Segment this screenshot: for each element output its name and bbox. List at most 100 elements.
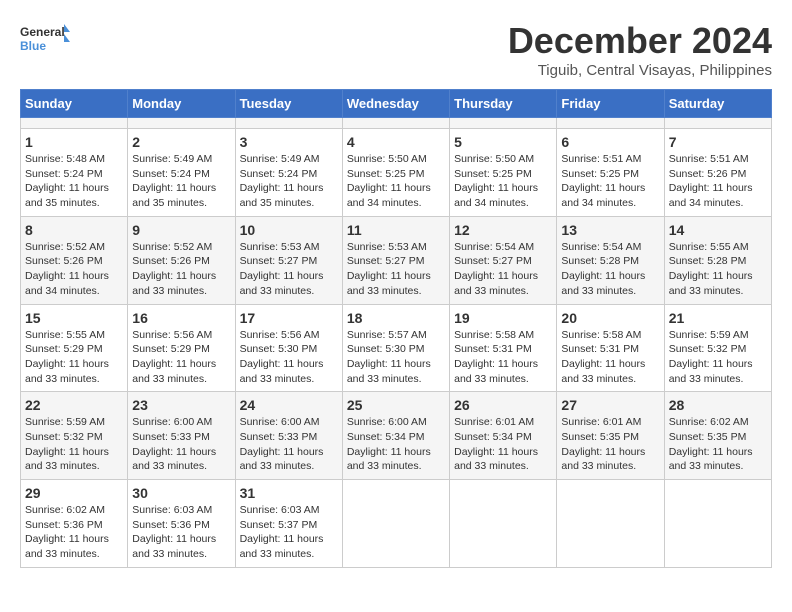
day-number: 6 — [561, 134, 659, 150]
calendar-cell: 9 Sunrise: 5:52 AM Sunset: 5:26 PM Dayli… — [128, 216, 235, 304]
day-number: 21 — [669, 310, 767, 326]
day-detail: Sunrise: 6:00 AM Sunset: 5:34 PM Dayligh… — [347, 415, 445, 474]
day-detail: Sunrise: 5:52 AM Sunset: 5:26 PM Dayligh… — [132, 240, 230, 299]
calendar-subtitle: Tiguib, Central Visayas, Philippines — [508, 62, 772, 79]
calendar-cell: 7 Sunrise: 5:51 AM Sunset: 5:26 PM Dayli… — [664, 129, 771, 217]
day-detail: Sunrise: 5:56 AM Sunset: 5:30 PM Dayligh… — [240, 328, 338, 387]
day-detail: Sunrise: 5:52 AM Sunset: 5:26 PM Dayligh… — [25, 240, 123, 299]
calendar-week-3: 15 Sunrise: 5:55 AM Sunset: 5:29 PM Dayl… — [21, 304, 772, 392]
calendar-cell: 26 Sunrise: 6:01 AM Sunset: 5:34 PM Dayl… — [450, 392, 557, 480]
calendar-cell — [664, 118, 771, 129]
day-detail: Sunrise: 5:58 AM Sunset: 5:31 PM Dayligh… — [561, 328, 659, 387]
header-sunday: Sunday — [21, 90, 128, 118]
day-number: 27 — [561, 397, 659, 413]
day-detail: Sunrise: 5:49 AM Sunset: 5:24 PM Dayligh… — [240, 152, 338, 211]
day-number: 11 — [347, 222, 445, 238]
calendar-title: December 2024 — [508, 20, 772, 62]
day-number: 10 — [240, 222, 338, 238]
calendar-week-2: 8 Sunrise: 5:52 AM Sunset: 5:26 PM Dayli… — [21, 216, 772, 304]
header-saturday: Saturday — [664, 90, 771, 118]
calendar-cell: 17 Sunrise: 5:56 AM Sunset: 5:30 PM Dayl… — [235, 304, 342, 392]
header-monday: Monday — [128, 90, 235, 118]
header-thursday: Thursday — [450, 90, 557, 118]
day-header-row: Sunday Monday Tuesday Wednesday Thursday… — [21, 90, 772, 118]
calendar-cell: 24 Sunrise: 6:00 AM Sunset: 5:33 PM Dayl… — [235, 392, 342, 480]
day-number: 29 — [25, 485, 123, 501]
calendar-cell: 20 Sunrise: 5:58 AM Sunset: 5:31 PM Dayl… — [557, 304, 664, 392]
calendar-cell: 4 Sunrise: 5:50 AM Sunset: 5:25 PM Dayli… — [342, 129, 449, 217]
calendar-cell — [450, 118, 557, 129]
day-detail: Sunrise: 5:48 AM Sunset: 5:24 PM Dayligh… — [25, 152, 123, 211]
calendar-cell — [235, 118, 342, 129]
day-number: 17 — [240, 310, 338, 326]
calendar-cell: 31 Sunrise: 6:03 AM Sunset: 5:37 PM Dayl… — [235, 480, 342, 568]
day-number: 26 — [454, 397, 552, 413]
day-detail: Sunrise: 5:58 AM Sunset: 5:31 PM Dayligh… — [454, 328, 552, 387]
day-number: 16 — [132, 310, 230, 326]
header-tuesday: Tuesday — [235, 90, 342, 118]
header: General Blue December 2024 Tiguib, Centr… — [20, 20, 772, 79]
calendar-week-5: 29 Sunrise: 6:02 AM Sunset: 5:36 PM Dayl… — [21, 480, 772, 568]
calendar-cell: 30 Sunrise: 6:03 AM Sunset: 5:36 PM Dayl… — [128, 480, 235, 568]
calendar-cell — [557, 118, 664, 129]
day-detail: Sunrise: 6:03 AM Sunset: 5:37 PM Dayligh… — [240, 503, 338, 562]
day-number: 24 — [240, 397, 338, 413]
calendar-cell — [342, 118, 449, 129]
day-number: 4 — [347, 134, 445, 150]
day-detail: Sunrise: 5:57 AM Sunset: 5:30 PM Dayligh… — [347, 328, 445, 387]
svg-text:Blue: Blue — [20, 39, 46, 53]
day-detail: Sunrise: 6:02 AM Sunset: 5:36 PM Dayligh… — [25, 503, 123, 562]
day-number: 18 — [347, 310, 445, 326]
day-detail: Sunrise: 6:00 AM Sunset: 5:33 PM Dayligh… — [240, 415, 338, 474]
day-detail: Sunrise: 5:51 AM Sunset: 5:25 PM Dayligh… — [561, 152, 659, 211]
day-number: 5 — [454, 134, 552, 150]
calendar-cell: 10 Sunrise: 5:53 AM Sunset: 5:27 PM Dayl… — [235, 216, 342, 304]
day-detail: Sunrise: 5:53 AM Sunset: 5:27 PM Dayligh… — [347, 240, 445, 299]
day-detail: Sunrise: 6:01 AM Sunset: 5:35 PM Dayligh… — [561, 415, 659, 474]
day-number: 25 — [347, 397, 445, 413]
calendar-cell: 14 Sunrise: 5:55 AM Sunset: 5:28 PM Dayl… — [664, 216, 771, 304]
day-number: 31 — [240, 485, 338, 501]
calendar-cell: 3 Sunrise: 5:49 AM Sunset: 5:24 PM Dayli… — [235, 129, 342, 217]
calendar-week-4: 22 Sunrise: 5:59 AM Sunset: 5:32 PM Dayl… — [21, 392, 772, 480]
day-detail: Sunrise: 5:56 AM Sunset: 5:29 PM Dayligh… — [132, 328, 230, 387]
title-area: December 2024 Tiguib, Central Visayas, P… — [508, 20, 772, 79]
day-number: 23 — [132, 397, 230, 413]
day-detail: Sunrise: 5:55 AM Sunset: 5:29 PM Dayligh… — [25, 328, 123, 387]
day-detail: Sunrise: 5:53 AM Sunset: 5:27 PM Dayligh… — [240, 240, 338, 299]
calendar-cell: 22 Sunrise: 5:59 AM Sunset: 5:32 PM Dayl… — [21, 392, 128, 480]
calendar-cell: 5 Sunrise: 5:50 AM Sunset: 5:25 PM Dayli… — [450, 129, 557, 217]
day-detail: Sunrise: 5:51 AM Sunset: 5:26 PM Dayligh… — [669, 152, 767, 211]
day-detail: Sunrise: 6:02 AM Sunset: 5:35 PM Dayligh… — [669, 415, 767, 474]
calendar-week-0 — [21, 118, 772, 129]
day-detail: Sunrise: 6:00 AM Sunset: 5:33 PM Dayligh… — [132, 415, 230, 474]
calendar-cell: 1 Sunrise: 5:48 AM Sunset: 5:24 PM Dayli… — [21, 129, 128, 217]
day-detail: Sunrise: 5:50 AM Sunset: 5:25 PM Dayligh… — [454, 152, 552, 211]
day-detail: Sunrise: 6:01 AM Sunset: 5:34 PM Dayligh… — [454, 415, 552, 474]
calendar-cell: 8 Sunrise: 5:52 AM Sunset: 5:26 PM Dayli… — [21, 216, 128, 304]
day-number: 19 — [454, 310, 552, 326]
calendar-cell: 12 Sunrise: 5:54 AM Sunset: 5:27 PM Dayl… — [450, 216, 557, 304]
header-friday: Friday — [557, 90, 664, 118]
day-number: 13 — [561, 222, 659, 238]
day-detail: Sunrise: 5:59 AM Sunset: 5:32 PM Dayligh… — [669, 328, 767, 387]
calendar-cell: 6 Sunrise: 5:51 AM Sunset: 5:25 PM Dayli… — [557, 129, 664, 217]
calendar-cell: 11 Sunrise: 5:53 AM Sunset: 5:27 PM Dayl… — [342, 216, 449, 304]
calendar-cell — [342, 480, 449, 568]
calendar-cell — [128, 118, 235, 129]
day-number: 1 — [25, 134, 123, 150]
calendar-table: Sunday Monday Tuesday Wednesday Thursday… — [20, 89, 772, 568]
day-number: 14 — [669, 222, 767, 238]
calendar-cell: 21 Sunrise: 5:59 AM Sunset: 5:32 PM Dayl… — [664, 304, 771, 392]
day-number: 22 — [25, 397, 123, 413]
calendar-cell: 28 Sunrise: 6:02 AM Sunset: 5:35 PM Dayl… — [664, 392, 771, 480]
day-detail: Sunrise: 6:03 AM Sunset: 5:36 PM Dayligh… — [132, 503, 230, 562]
day-detail: Sunrise: 5:49 AM Sunset: 5:24 PM Dayligh… — [132, 152, 230, 211]
day-number: 7 — [669, 134, 767, 150]
logo-svg: General Blue — [20, 20, 70, 60]
day-number: 3 — [240, 134, 338, 150]
calendar-cell: 25 Sunrise: 6:00 AM Sunset: 5:34 PM Dayl… — [342, 392, 449, 480]
svg-text:General: General — [20, 25, 65, 39]
calendar-cell — [21, 118, 128, 129]
calendar-cell: 15 Sunrise: 5:55 AM Sunset: 5:29 PM Dayl… — [21, 304, 128, 392]
